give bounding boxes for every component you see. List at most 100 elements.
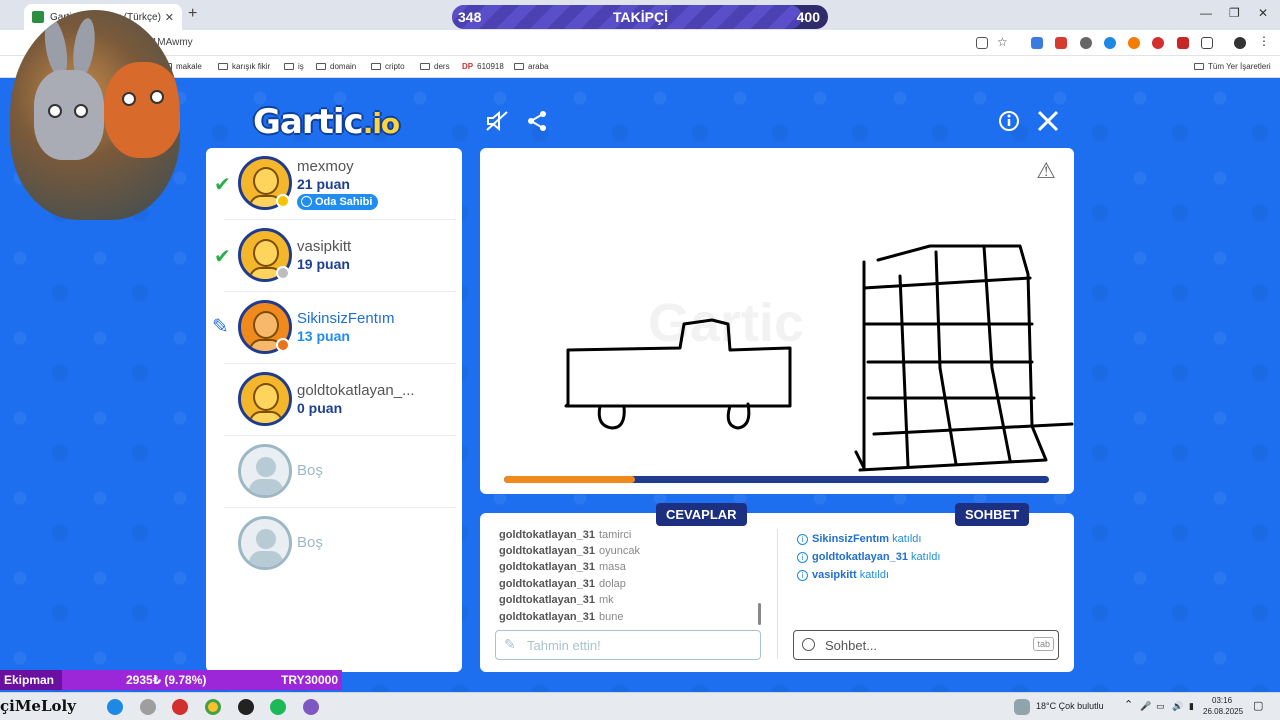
restore-icon[interactable]: ❐	[1229, 6, 1240, 20]
pdf-extension-icon[interactable]	[1055, 37, 1067, 49]
close-window-icon[interactable]: ✕	[1258, 6, 1268, 20]
all-bookmarks[interactable]: Tüm Yer İşaretleri	[1194, 62, 1271, 71]
minimize-icon[interactable]: —	[1200, 6, 1212, 20]
bookmark-star-icon[interactable]: ☆	[997, 35, 1009, 49]
guess-input[interactable]: ✎ Tahmin ettin!	[495, 630, 761, 660]
follower-goal: 400	[796, 9, 820, 25]
profile-avatar-icon[interactable]	[1234, 37, 1246, 49]
folder-icon	[284, 63, 294, 70]
extensions-puzzle-icon[interactable]	[1201, 37, 1213, 49]
player-row[interactable]: ✔ vasipkitt 19 puan	[206, 220, 462, 292]
player-row[interactable]: ✎ SikinsizFentım 13 puan	[206, 292, 462, 364]
player-name: SikinsizFentım	[297, 310, 395, 327]
bookmarks-bar: makale karışık fikir iş domain cripto de…	[0, 56, 1280, 78]
bookmark-araba[interactable]: araba	[514, 62, 548, 71]
tray-chevron-icon[interactable]: ⌃	[1124, 698, 1133, 711]
player-name: vasipkitt	[297, 238, 352, 255]
player-score: 19 puan	[297, 256, 350, 272]
answers-tab[interactable]: CEVAPLAR	[656, 503, 747, 526]
guessed-check-icon: ✔	[214, 174, 231, 196]
opera-icon[interactable]	[172, 699, 188, 715]
app-icon[interactable]	[140, 699, 156, 715]
player-row[interactable]: ✔ mexmoy 21 puan Oda Sahibi	[206, 148, 462, 220]
answers-chat-panel: CEVAPLAR SOHBET goldtokatlayan_31 tamirci…	[480, 503, 1074, 672]
discord-icon[interactable]	[303, 699, 319, 715]
bookmark-cripto[interactable]: cripto	[371, 62, 405, 71]
empty-slot: Boş	[206, 436, 462, 508]
player-name: mexmoy	[297, 158, 354, 175]
install-app-icon[interactable]	[976, 37, 988, 49]
notifications-icon[interactable]: ▢	[1253, 699, 1263, 712]
clock-date[interactable]: 26.08.2025	[1203, 707, 1243, 716]
avatar	[238, 372, 292, 426]
chat-event: i vasipkitt katıldı	[797, 569, 889, 581]
close-game-icon[interactable]	[1035, 108, 1061, 134]
chat-tab[interactable]: SOHBET	[955, 503, 1030, 526]
chrome-icon[interactable]	[205, 699, 221, 715]
answers-scrollbar[interactable]	[758, 603, 761, 625]
bookmark-is[interactable]: iş	[284, 62, 304, 71]
player-score: 13 puan	[297, 328, 350, 344]
extension-red-icon[interactable]	[1177, 37, 1189, 49]
vpn-extension-icon[interactable]	[1104, 37, 1116, 49]
volume-icon[interactable]: 🔊	[1172, 701, 1183, 712]
extension-icon[interactable]	[1080, 37, 1092, 49]
empty-avatar-icon	[238, 516, 292, 570]
ticker-value: 2935₺ (9.78%)	[126, 673, 207, 687]
bookmark-karisik-fikir[interactable]: karışık fikir	[218, 62, 270, 71]
player-row[interactable]: goldtokatlayan_... 0 puan	[206, 364, 462, 436]
mute-sound-icon[interactable]	[484, 108, 510, 134]
share-icon[interactable]	[524, 108, 550, 134]
answer-item: goldtokatlayan_31 mk	[499, 594, 614, 606]
crown-icon	[301, 196, 312, 207]
empty-slot-label: Boş	[297, 534, 323, 551]
answer-item: goldtokatlayan_31 oyuncak	[499, 545, 640, 557]
microphone-icon[interactable]: 🎤	[1140, 701, 1151, 712]
folder-icon	[218, 63, 228, 70]
chat-input[interactable]: Sohbet... tab	[793, 630, 1059, 660]
clock-time[interactable]: 03:16	[1212, 696, 1232, 705]
empty-avatar-icon	[238, 444, 292, 498]
answer-item: goldtokatlayan_31 masa	[499, 561, 626, 573]
pencil-icon: ✎	[504, 636, 516, 652]
room-owner-badge: Oda Sahibi	[297, 194, 379, 210]
folder-icon	[420, 63, 430, 70]
address-bar: tic.io/011MAwmy ☆ ⋮	[0, 30, 1280, 56]
weather-text[interactable]: 18°C Çok bulutlu	[1036, 701, 1104, 711]
answer-item: goldtokatlayan_31 dolap	[499, 578, 626, 590]
player-name: goldtokatlayan_...	[297, 382, 415, 399]
translate-extension-icon[interactable]	[1031, 37, 1043, 49]
drawing-canvas[interactable]: Gartic ⚠	[480, 148, 1074, 494]
info-icon: i	[797, 570, 808, 581]
status-badge	[276, 194, 290, 208]
guess-placeholder: Tahmin ettin!	[527, 638, 601, 653]
info-icon[interactable]	[996, 108, 1022, 134]
chat-placeholder: Sohbet...	[825, 638, 878, 653]
folder-icon	[1194, 63, 1204, 70]
gartic-logo: Gartic.io	[253, 102, 400, 142]
network-icon[interactable]: ▭	[1156, 701, 1165, 712]
bookmark-610918[interactable]: DP 610918	[462, 62, 504, 71]
adblock-extension-icon[interactable]	[1152, 37, 1164, 49]
extension-orange-icon[interactable]	[1128, 37, 1140, 49]
obs-icon[interactable]	[238, 699, 254, 715]
weather-cloud-icon[interactable]	[1014, 699, 1030, 715]
drawing-strokes	[564, 244, 1074, 472]
browser-menu-icon[interactable]: ⋮	[1258, 34, 1270, 48]
player-list: ✔ mexmoy 21 puan Oda Sahibi ✔ vasipkitt …	[206, 148, 462, 672]
bookmark-domain[interactable]: domain	[316, 62, 356, 71]
info-icon: i	[797, 552, 808, 563]
chat-event: i SikinsizFentım katıldı	[797, 533, 921, 545]
windows-taskbar: çiMeLoly 18°C Çok bulutlu ⌃ 🎤 ▭ 🔊 ▮ 03:1…	[0, 692, 1280, 720]
answer-item: goldtokatlayan_31 tamirci	[499, 529, 632, 541]
bookmark-ders[interactable]: ders	[420, 62, 450, 71]
donation-goal-ticker: Ekipman 2935₺ (9.78%) TRY30000	[0, 670, 342, 690]
folder-icon	[371, 63, 381, 70]
edge-icon[interactable]	[107, 699, 123, 715]
round-timer-fill	[504, 476, 635, 483]
battery-icon[interactable]: ▮	[1189, 701, 1194, 712]
spotify-icon[interactable]	[270, 699, 286, 715]
answer-item: goldtokatlayan_31 bune	[499, 611, 624, 623]
chat-event: i goldtokatlayan_31 katıldı	[797, 551, 940, 563]
empty-slot-label: Boş	[297, 462, 323, 479]
